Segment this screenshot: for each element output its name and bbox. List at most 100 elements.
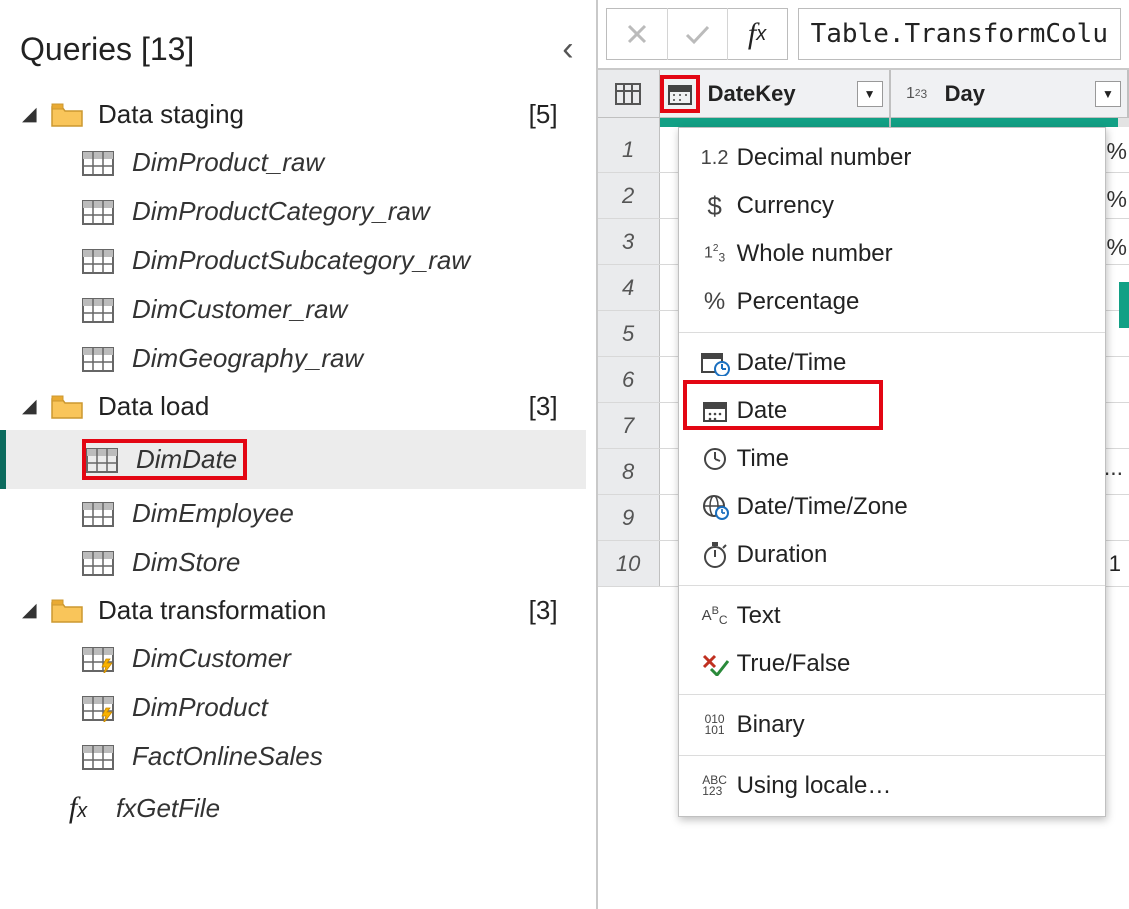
query-dimgeography_raw[interactable]: DimGeography_raw bbox=[18, 334, 586, 383]
queries-pane: Queries [13] ‹ ◢Data staging[5]DimProduc… bbox=[0, 0, 598, 909]
expand-caret-icon[interactable]: ◢ bbox=[22, 395, 44, 418]
type-icon bbox=[693, 652, 737, 676]
query-label: DimEmployee bbox=[132, 498, 294, 529]
type-icon: $ bbox=[693, 191, 737, 222]
row-number: 8 bbox=[598, 449, 660, 494]
folder-data-staging[interactable]: ◢Data staging[5] bbox=[18, 91, 586, 138]
menu-separator bbox=[679, 755, 1105, 756]
type-option-text[interactable]: ABCText bbox=[679, 592, 1105, 640]
table-icon bbox=[82, 694, 116, 722]
expand-caret-icon[interactable]: ◢ bbox=[22, 103, 44, 126]
type-option-date-time-zone[interactable]: Date/Time/Zone bbox=[679, 483, 1105, 531]
type-label: Binary bbox=[737, 711, 805, 739]
type-label: Duration bbox=[737, 541, 828, 569]
folder-label: Data transformation bbox=[98, 595, 529, 626]
type-option-binary[interactable]: 010101Binary bbox=[679, 701, 1105, 749]
table-icon bbox=[82, 296, 116, 324]
type-option-percentage[interactable]: %Percentage bbox=[679, 278, 1105, 326]
row-number: 5 bbox=[598, 311, 660, 356]
table-icon bbox=[82, 645, 116, 673]
query-fxgetfile[interactable]: fxfxGetFile bbox=[18, 781, 586, 835]
row-number: 6 bbox=[598, 357, 660, 402]
type-icon bbox=[693, 446, 737, 472]
column-header-datekey[interactable]: DateKey bbox=[708, 81, 857, 107]
row-number: 2 bbox=[598, 173, 660, 218]
column-quality-bar bbox=[660, 118, 891, 127]
data-grid: DateKey ▼ 123 Day ▼ 1234567891/9/2018101… bbox=[598, 70, 1129, 909]
type-icon bbox=[693, 493, 737, 521]
folder-icon bbox=[50, 597, 84, 624]
type-option-currency[interactable]: $Currency bbox=[679, 182, 1105, 230]
query-dimcustomer_raw[interactable]: DimCustomer_raw bbox=[18, 285, 586, 334]
column-type-icon[interactable] bbox=[660, 75, 700, 113]
type-label: Date/Time/Zone bbox=[737, 493, 908, 521]
type-option-date[interactable]: Date bbox=[679, 387, 1105, 435]
query-dimstore[interactable]: DimStore bbox=[18, 538, 586, 587]
type-option-date-time[interactable]: Date/Time bbox=[679, 339, 1105, 387]
type-label: Text bbox=[737, 602, 781, 630]
type-label: Decimal number bbox=[737, 144, 912, 172]
row-number: 7 bbox=[598, 403, 660, 448]
type-label: Currency bbox=[737, 192, 834, 220]
query-label: DimProductSubcategory_raw bbox=[132, 245, 470, 276]
query-label: DimCustomer bbox=[132, 643, 291, 674]
row-number: 10 bbox=[598, 541, 660, 586]
type-option-decimal-number[interactable]: 1.2Decimal number bbox=[679, 134, 1105, 182]
type-icon: ABC123 bbox=[693, 775, 737, 797]
type-icon: 010101 bbox=[693, 714, 737, 736]
fx-icon: fx bbox=[58, 791, 98, 825]
query-label: FactOnlineSales bbox=[132, 741, 323, 772]
query-dimemployee[interactable]: DimEmployee bbox=[18, 489, 586, 538]
type-option-whole-number[interactable]: 123Whole number bbox=[679, 230, 1105, 278]
truncated-text: ... bbox=[1104, 454, 1123, 481]
query-dimdate[interactable]: DimDate bbox=[0, 430, 586, 489]
commit-formula-button[interactable] bbox=[667, 8, 727, 60]
type-icon bbox=[693, 399, 737, 423]
table-icon bbox=[82, 500, 116, 528]
preview-percentages: % % % bbox=[1107, 127, 1127, 271]
type-label: Using locale… bbox=[737, 772, 892, 800]
menu-separator bbox=[679, 585, 1105, 586]
expand-caret-icon[interactable]: ◢ bbox=[22, 599, 44, 622]
table-icon bbox=[82, 345, 116, 373]
folder-data-transformation[interactable]: ◢Data transformation[3] bbox=[18, 587, 586, 634]
type-icon: ABC bbox=[693, 605, 737, 627]
type-icon bbox=[693, 541, 737, 569]
type-option-time[interactable]: Time bbox=[679, 435, 1105, 483]
formula-input[interactable]: Table.TransformColu bbox=[798, 8, 1121, 60]
query-dimproduct[interactable]: DimProduct bbox=[18, 683, 586, 732]
query-factonlinesales[interactable]: FactOnlineSales bbox=[18, 732, 586, 781]
folder-count: [3] bbox=[529, 391, 558, 422]
type-option-true-false[interactable]: True/False bbox=[679, 640, 1105, 688]
type-dropdown-menu: 1.2Decimal number$Currency123Whole numbe… bbox=[678, 127, 1106, 817]
table-icon[interactable] bbox=[598, 70, 660, 117]
fx-icon[interactable]: fx bbox=[727, 8, 787, 60]
row-number: 9 bbox=[598, 495, 660, 540]
type-option-duration[interactable]: Duration bbox=[679, 531, 1105, 579]
highlight-box: DimDate bbox=[82, 439, 247, 480]
folder-data-load[interactable]: ◢Data load[3] bbox=[18, 383, 586, 430]
type-label: Percentage bbox=[737, 288, 860, 316]
table-icon bbox=[82, 743, 116, 771]
query-dimproduct_raw[interactable]: DimProduct_raw bbox=[18, 138, 586, 187]
query-dimproductsubcategory_raw[interactable]: DimProductSubcategory_raw bbox=[18, 236, 586, 285]
column-type-icon-whole[interactable]: 123 bbox=[897, 75, 937, 113]
menu-separator bbox=[679, 694, 1105, 695]
query-label: DimDate bbox=[136, 444, 237, 475]
query-label: DimStore bbox=[132, 547, 240, 578]
query-dimcustomer[interactable]: DimCustomer bbox=[18, 634, 586, 683]
type-icon: 1.2 bbox=[693, 147, 737, 170]
table-icon bbox=[82, 549, 116, 577]
collapse-pane-chevron[interactable]: ‹ bbox=[562, 30, 573, 69]
query-dimproductcategory_raw[interactable]: DimProductCategory_raw bbox=[18, 187, 586, 236]
table-icon bbox=[82, 247, 116, 275]
column-filter-dropdown[interactable]: ▼ bbox=[1095, 81, 1121, 107]
column-header-day[interactable]: Day bbox=[945, 81, 1095, 107]
menu-separator bbox=[679, 332, 1105, 333]
table-icon bbox=[82, 198, 116, 226]
column-filter-dropdown[interactable]: ▼ bbox=[857, 81, 883, 107]
type-icon: % bbox=[693, 288, 737, 316]
cancel-formula-button[interactable] bbox=[607, 8, 667, 60]
type-option-using-locale-[interactable]: ABC123Using locale… bbox=[679, 762, 1105, 810]
table-icon bbox=[86, 446, 120, 474]
